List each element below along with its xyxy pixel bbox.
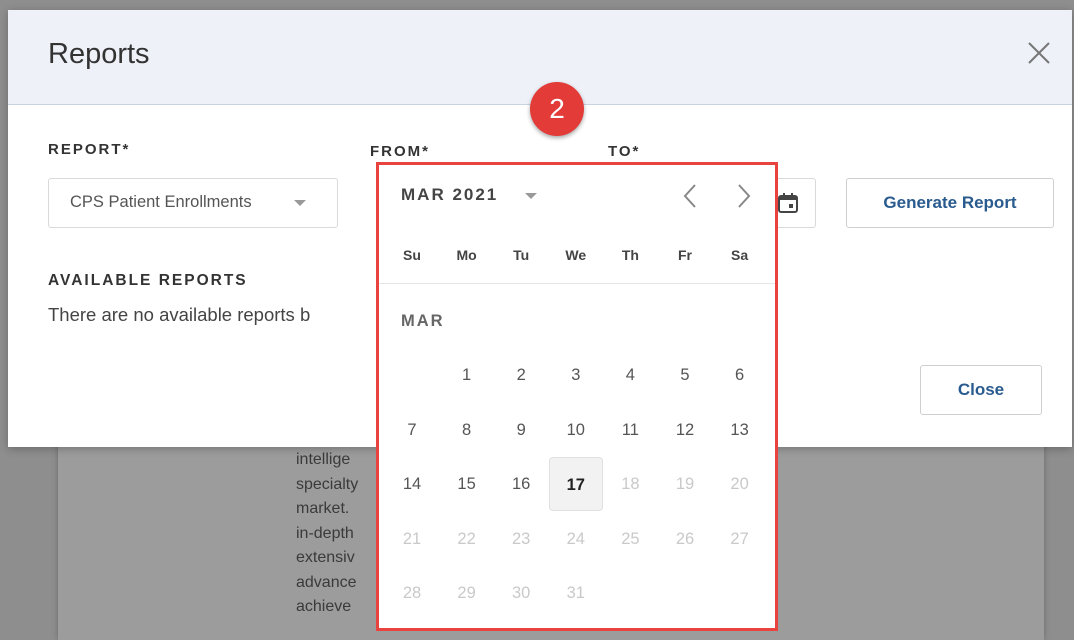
day-cell[interactable]: 12: [658, 403, 712, 457]
background-text-line: extensiv: [296, 549, 355, 566]
background-text-line: achieve: [296, 598, 352, 615]
day-cell: 19: [675, 475, 695, 493]
day-cell: 31: [566, 584, 585, 602]
day-cell: 21: [402, 529, 422, 548]
background-text-line: market.: [296, 500, 350, 517]
available-reports-title: AVAILABLE REPORTS: [48, 272, 248, 289]
caret-down-icon: [294, 200, 306, 206]
day-cell: 23: [512, 529, 531, 548]
day-cell[interactable]: 14: [385, 457, 439, 511]
day-cell: 25: [621, 529, 640, 548]
chevron-left-icon[interactable]: [675, 179, 705, 213]
weekday-label: Su: [403, 247, 421, 263]
weekday-label: Fr: [678, 247, 692, 263]
day-cell[interactable]: 9: [494, 403, 548, 457]
day-cell[interactable]: 13: [713, 403, 767, 457]
day-cell[interactable]: 2: [494, 348, 548, 402]
available-reports-message: There are no available reports b: [48, 304, 311, 325]
weekday-header: Su Mo Tu We Th Fr Sa: [379, 247, 775, 284]
day-cell[interactable]: 8: [440, 403, 494, 457]
day-cell-selected[interactable]: 17: [548, 457, 603, 511]
background-document-text: intellige specialty market. in-depth extensi…: [296, 448, 386, 620]
report-select-value: CPS Patient Enrollments: [70, 193, 252, 211]
day-cell: 27: [730, 529, 749, 548]
day-cell[interactable]: 6: [713, 348, 767, 402]
background-text-line: advance: [296, 573, 357, 591]
date-picker: MAR 2021 Su Mo Tu We Th Fr Sa MAR 1 2 3 4 5 6 7 8 9 10 1…: [376, 162, 778, 631]
day-cell[interactable]: 11: [603, 403, 657, 457]
day-cell: 20: [730, 475, 749, 493]
caret-down-icon[interactable]: [525, 193, 537, 199]
day-cell: 18: [621, 475, 640, 493]
close-button[interactable]: Close: [920, 365, 1042, 415]
from-label: FROM*: [370, 143, 430, 160]
month-year-selector[interactable]: MAR 2021: [401, 185, 498, 205]
background-text-line: specialty: [296, 475, 359, 493]
weekday-label: Tu: [513, 247, 530, 263]
day-cell: 30: [512, 584, 531, 602]
day-cell: 28: [402, 584, 422, 602]
chevron-right-icon[interactable]: [729, 179, 759, 213]
day-cell[interactable]: 4: [603, 348, 657, 402]
day-cell: 22: [457, 529, 476, 548]
step-badge: 2: [530, 82, 584, 136]
report-label: REPORT*: [48, 141, 131, 158]
day-cell[interactable]: 3: [549, 348, 603, 402]
to-label: TO*: [608, 143, 641, 160]
report-select[interactable]: CPS Patient Enrollments: [48, 178, 338, 228]
day-cell[interactable]: 10: [549, 403, 603, 457]
background-text-line: in-depth: [296, 524, 354, 542]
day-cell: 29: [457, 584, 476, 602]
weekday-label: Th: [621, 247, 639, 263]
day-cell: 26: [675, 529, 695, 548]
weekday-label: Sa: [731, 247, 749, 263]
day-cell[interactable]: 7: [385, 403, 439, 457]
background-text-line: intellige: [296, 451, 351, 468]
weekday-label: Mo: [456, 247, 477, 263]
day-cell[interactable]: 16: [494, 457, 548, 511]
month-section-label: MAR: [401, 312, 445, 330]
weekday-label: We: [565, 247, 587, 263]
day-cell[interactable]: 5: [658, 348, 712, 402]
modal-title: Reports: [48, 38, 150, 70]
calendar-icon[interactable]: [777, 192, 799, 219]
day-cell[interactable]: 15: [440, 457, 494, 511]
generate-report-button[interactable]: Generate Report: [846, 178, 1054, 228]
day-cell: 24: [566, 529, 585, 548]
day-cell[interactable]: 1: [440, 348, 494, 402]
close-icon[interactable]: [1024, 38, 1054, 68]
